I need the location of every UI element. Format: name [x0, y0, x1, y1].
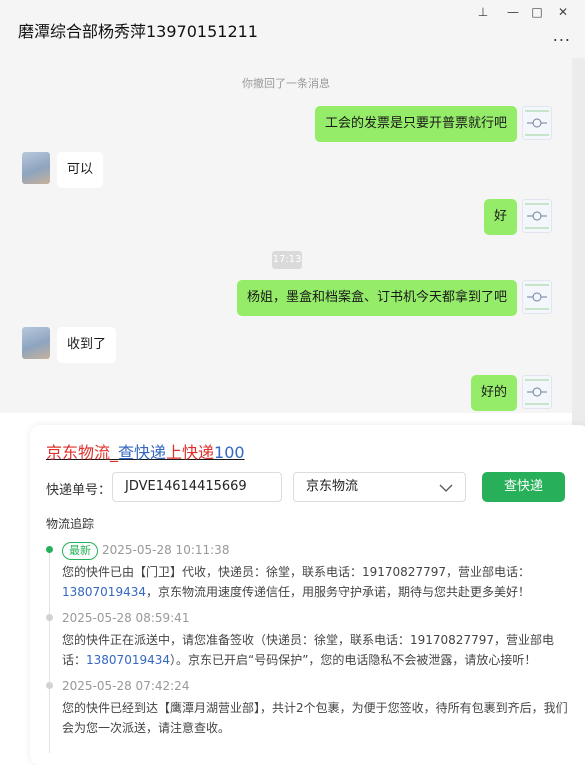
title-part: _: [110, 443, 119, 462]
entry-text-part: ，京东物流用速度传递信任，用服务守护承诺，期待与您共赴更多美好！: [145, 585, 530, 599]
chat-title: 磨潭综合部杨秀萍13970151211: [18, 22, 258, 41]
title-bar: 磨潭综合部杨秀萍13970151211 ⊥ — □ ✕ ...: [0, 0, 585, 59]
close-button[interactable]: ✕: [552, 3, 574, 21]
chevron-down-icon: [439, 484, 453, 492]
carrier-selected-value: 京东物流: [306, 479, 359, 494]
status-dot: [46, 614, 53, 621]
my-avatar[interactable]: [522, 199, 552, 233]
minimize-button[interactable]: —: [502, 3, 524, 21]
entry-text: 您的快件正在派送中，请您准备签收（快递员：徐堂，联系电话：19170827797…: [62, 630, 570, 670]
avatar-image: [525, 203, 549, 229]
tracking-number-input[interactable]: JDVE14614415669: [112, 472, 282, 502]
recall-notice: 你撤回了一条消息: [242, 77, 330, 90]
entry-time: 2025-05-28 07:42:24: [62, 679, 190, 693]
avatar-image: [525, 110, 549, 136]
entry-text-part: 您的快件已经到达【鹰潭月湖营业部】，共计2个包裹，为便于您签收，待所有包裹到齐后…: [62, 701, 568, 735]
entry-text: 您的快件已经到达【鹰潭月湖营业部】，共计2个包裹，为便于您签收，待所有包裹到齐后…: [62, 698, 570, 738]
latest-badge: 最新: [62, 542, 98, 560]
title-part: 京东物流: [46, 443, 111, 462]
message-bubble[interactable]: 收到了: [57, 327, 117, 363]
time-divider: 17:13: [272, 251, 302, 269]
title-part: 上快递: [166, 443, 215, 462]
chat-history[interactable]: 你撤回了一条消息 工会的发票是只要开普票就行吧 可以 好 17:13 杨姐，墨盒…: [0, 58, 572, 413]
message-bubble[interactable]: 好的: [470, 375, 517, 411]
entry-time: 2025-05-28 10:11:38: [102, 543, 230, 557]
title-part: 100: [214, 443, 245, 462]
my-avatar[interactable]: [522, 280, 552, 314]
message-bubble[interactable]: 杨姐，墨盒和档案盒、订书机今天都拿到了吧: [236, 280, 517, 316]
entry-text-part: ）。京东已开启“号码保护”，您的电话隐私不会被泄露，请放心接听！: [170, 653, 537, 667]
contact-avatar[interactable]: [22, 152, 50, 184]
entry-text: 您的快件已由【门卫】代收，快递员：徐堂，联系电话：19170827797，营业部…: [62, 562, 570, 602]
timeline-line: [49, 553, 50, 753]
message-bubble[interactable]: 可以: [57, 152, 104, 188]
phone-link[interactable]: 13807019434: [62, 585, 146, 599]
carrier-select[interactable]: 京东物流: [293, 472, 466, 502]
entry-time: 2025-05-28 08:59:41: [62, 611, 190, 625]
maximize-button[interactable]: □: [526, 3, 548, 21]
pin-icon[interactable]: ⊥: [472, 3, 494, 21]
status-dot: [46, 546, 53, 553]
contact-avatar[interactable]: [22, 327, 50, 359]
my-avatar[interactable]: [522, 375, 552, 409]
my-avatar[interactable]: [522, 106, 552, 140]
status-dot: [46, 682, 53, 689]
message-bubble[interactable]: 工会的发票是只要开普票就行吧: [314, 106, 517, 142]
avatar-image: [525, 379, 549, 405]
message-bubble[interactable]: 好: [483, 199, 517, 235]
avatar-image: [525, 284, 549, 310]
entry-text-part: 您的快件已由【门卫】代收，快递员：徐堂，联系电话：19170827797，营业部…: [62, 565, 530, 579]
section-title: 物流追踪: [46, 517, 95, 531]
tracking-number-label: 快递单号：: [46, 483, 112, 498]
tracking-card: 京东物流_查快递上快递100 快递单号： JDVE14614415669 京东物…: [30, 425, 585, 765]
phone-link[interactable]: 13807019434: [86, 653, 170, 667]
query-tracking-button[interactable]: 查快递: [482, 472, 565, 502]
tracking-card-title[interactable]: 京东物流_查快递上快递100: [46, 439, 245, 463]
title-part: 查快递: [118, 443, 167, 462]
more-options-button[interactable]: ...: [553, 26, 571, 45]
